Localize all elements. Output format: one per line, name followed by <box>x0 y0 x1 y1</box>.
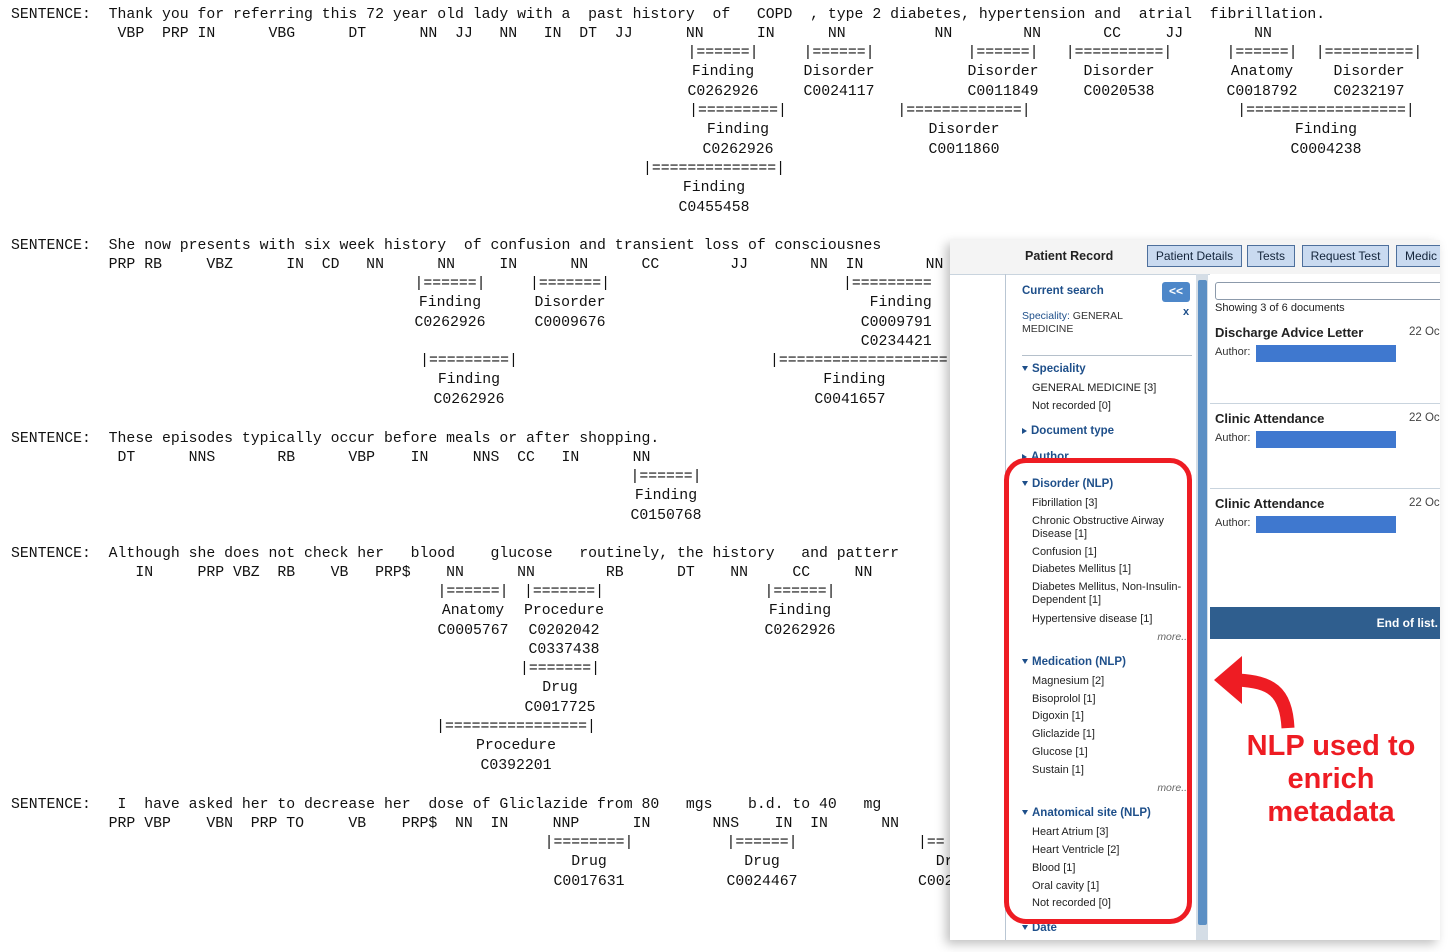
annotation-text: NLP used to enrich metadata <box>1246 730 1416 828</box>
document-item[interactable]: Clinic Attendance 22 Oc Author: <box>1210 403 1440 486</box>
document-date: 22 Oc <box>1409 497 1440 509</box>
collapse-sidebar-button[interactable]: << <box>1162 282 1190 302</box>
results-count: Showing 3 of 6 documents <box>1215 302 1345 314</box>
clear-filter-icon[interactable]: x <box>1183 306 1189 318</box>
pos-tags: DT NNS RB VBP IN NNS CC IN NN <box>11 450 651 466</box>
facet-document-type[interactable]: Document type <box>1022 425 1114 437</box>
concept-label: |=========| Finding C0262926 <box>420 353 518 408</box>
concept-label: |======| Finding C0262926 <box>414 276 486 331</box>
sentence-tokens: SENTENCE: Thank you for referring this 7… <box>11 7 1326 23</box>
sentence-tokens: SENTENCE: Although she does not check he… <box>11 546 899 562</box>
highlight-box <box>1004 458 1192 924</box>
scrollbar-thumb[interactable] <box>1198 280 1207 925</box>
collapsed-icon <box>1022 427 1027 434</box>
redacted-author <box>1256 345 1396 362</box>
active-filter: Speciality: GENERAL MEDICINE <box>1022 310 1123 335</box>
concept-label: |==========| Disorder C0232197 <box>1315 45 1423 100</box>
divider <box>1022 355 1192 356</box>
concept-label: |======| Disorder C0011849 <box>967 45 1039 100</box>
concept-label: |======| Anatomy C0005767 <box>437 584 509 639</box>
concept-label: |=============| Disorder C0011860 <box>897 103 1031 158</box>
redacted-author <box>1256 431 1396 448</box>
facet-item[interactable]: GENERAL MEDICINE [3] <box>1032 382 1192 395</box>
concept-label: |======| Disorder C0024117 <box>803 45 875 100</box>
document-item[interactable]: Clinic Attendance 22 Oc Author: <box>1210 488 1440 571</box>
concept-label: |======| Anatomy C0018792 <box>1226 45 1298 100</box>
facet-item[interactable]: Not recorded [0] <box>1032 400 1192 413</box>
document-title: Discharge Advice Letter <box>1215 325 1364 340</box>
concept-label: |== Dr C002 <box>918 835 954 890</box>
sentence-tokens: SENTENCE: These episodes typically occur… <box>11 431 660 447</box>
concept-label: |==============| Finding C0455458 <box>642 161 786 216</box>
concept-label: |==========| Disorder C0020538 <box>1065 45 1173 100</box>
tests-button[interactable]: Tests <box>1247 245 1295 267</box>
concept-label: |==================| Finding C0004238 <box>1237 103 1415 158</box>
sentence-tokens: SENTENCE: She now presents with six week… <box>11 238 882 254</box>
concept-label: |======| Finding C0150768 <box>630 469 702 524</box>
pos-tags: PRP VBP VBN PRP TO VB PRP$ NN IN NNP IN … <box>11 816 899 832</box>
concept-label: |=======| Disorder C0009676 <box>530 276 610 331</box>
pos-tags: IN PRP VBZ RB VB PRP$ NN NN RB DT NN CC … <box>11 565 873 581</box>
pos-tags: VBP PRP IN VBG DT NN JJ NN IN DT JJ NN I… <box>11 26 1272 42</box>
facet-speciality[interactable]: Speciality <box>1022 363 1086 375</box>
author-label: Author: <box>1215 432 1251 444</box>
expand-icon <box>1022 925 1028 931</box>
author-label: Author: <box>1215 517 1251 529</box>
document-title: Clinic Attendance <box>1215 496 1325 511</box>
concept-label: |======| Finding C0262926 <box>764 584 836 639</box>
concept-label: |=======| Procedure C0202042 C0337438 <box>524 584 604 658</box>
concept-label: |======| Drug C0024467 <box>726 835 798 890</box>
request-test-button[interactable]: Request Test <box>1302 245 1389 267</box>
document-item[interactable]: Discharge Advice Letter 22 Oc Author: <box>1210 318 1440 400</box>
document-date: 22 Oc <box>1409 412 1440 424</box>
app-title: Patient Record <box>1025 249 1114 263</box>
concept-label: |========= Finding C0009791 C0234421 <box>843 276 932 350</box>
sentence-tokens: SENTENCE: I have asked her to decrease h… <box>11 797 882 813</box>
concept-label: |=================== Finding C0041657 <box>770 353 948 408</box>
author-label: Author: <box>1215 346 1251 358</box>
concept-label: |======| Finding C0262926 <box>687 45 759 100</box>
patient-details-button[interactable]: Patient Details <box>1147 245 1242 267</box>
curved-arrow-icon <box>1214 656 1295 729</box>
pos-tags: PRP RB VBZ IN CD NN NN IN NN CC JJ NN IN… <box>11 257 944 273</box>
document-title: Clinic Attendance <box>1215 411 1325 426</box>
concept-label: |=========| Finding C0262926 <box>689 103 787 158</box>
document-list-panel: Showing 3 of 6 documents Discharge Advic… <box>1210 274 1440 940</box>
document-date: 22 Oc <box>1409 326 1440 338</box>
concept-label: |================| Procedure C0392201 <box>436 719 596 774</box>
medication-button[interactable]: Medic <box>1396 245 1440 267</box>
concept-label: |========| Drug C0017631 <box>544 835 634 890</box>
document-search-input[interactable] <box>1215 282 1440 300</box>
expand-icon <box>1022 366 1028 372</box>
end-of-list-bar: End of list. <box>1210 607 1440 639</box>
redacted-author <box>1256 516 1396 533</box>
app-header: Patient Record Patient Details Tests Req… <box>950 240 1440 275</box>
concept-label: |=======| Drug C0017725 <box>520 661 600 716</box>
current-search-heading: Current search <box>1022 285 1104 297</box>
